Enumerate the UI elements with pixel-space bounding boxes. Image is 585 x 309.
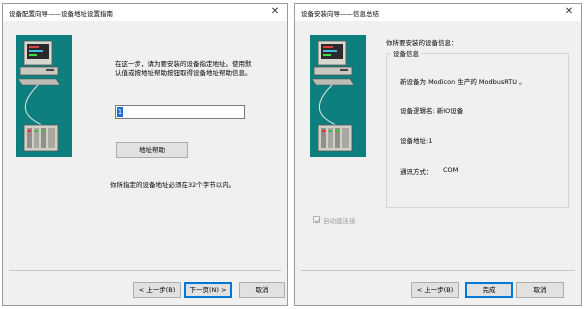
- address-hint: 你所指定的设备地址必须在32个字节以内。: [110, 181, 236, 189]
- check-icon: [314, 218, 321, 224]
- summary-heading: 你所要安装的设备信息：: [386, 39, 458, 47]
- install-summary-dialog: 设备安装向导——信息总结 ✕ 你所要安装的设备信息： 设备信息 新设备为 Mod…: [294, 3, 582, 306]
- finish-button[interactable]: 完成: [465, 282, 513, 298]
- button-separator: [9, 270, 281, 271]
- comm-value: COM: [443, 166, 459, 174]
- computer-device-illustration: [310, 35, 366, 157]
- instruction-line-2: 认值或按地址帮助按钮取得设备地址帮助信息。: [115, 69, 252, 77]
- button-separator: [301, 270, 575, 271]
- instruction-line-1: 在这一步，请为要安装的设备指定地址。使用默: [115, 60, 252, 68]
- address-input[interactable]: [115, 105, 245, 119]
- title-bar: 设备配置向导——设备地址设置指南 ✕: [3, 4, 287, 21]
- address-help-button[interactable]: 地址帮助: [116, 142, 188, 158]
- auto-connect-checkbox[interactable]: [313, 216, 321, 224]
- back-button[interactable]: < 上一步(B): [411, 282, 459, 298]
- next-button[interactable]: 下一页(N) >: [184, 282, 232, 298]
- cancel-button[interactable]: 取消: [516, 282, 564, 298]
- title-bar: 设备安装向导——信息总结 ✕: [295, 4, 581, 21]
- comm-label: 通讯方式：: [400, 168, 433, 176]
- close-icon[interactable]: ✕: [269, 6, 281, 18]
- computer-device-illustration: [16, 35, 72, 157]
- group-legend: 设备信息: [391, 48, 421, 58]
- back-button[interactable]: < 上一步(B): [133, 282, 181, 298]
- dialog-title: 设备配置向导——设备地址设置指南: [9, 10, 113, 18]
- address-text: 设备地址:1: [400, 137, 433, 145]
- device-address-dialog: 设备配置向导——设备地址设置指南 ✕ 在这一步，请为要安装的设备指定地址。使用默…: [2, 3, 288, 306]
- cancel-button[interactable]: 取消: [239, 282, 285, 298]
- close-icon[interactable]: ✕: [563, 6, 575, 18]
- new-device-text: 新设备为 Modicon 生产的 ModbusRTU 。: [400, 78, 526, 86]
- dialog-title: 设备安装向导——信息总结: [301, 10, 379, 18]
- logical-name-text: 设备逻辑名: 新IO设备: [400, 107, 464, 115]
- auto-connect-label: 自动建连接: [323, 217, 356, 225]
- address-value: 1: [117, 107, 123, 117]
